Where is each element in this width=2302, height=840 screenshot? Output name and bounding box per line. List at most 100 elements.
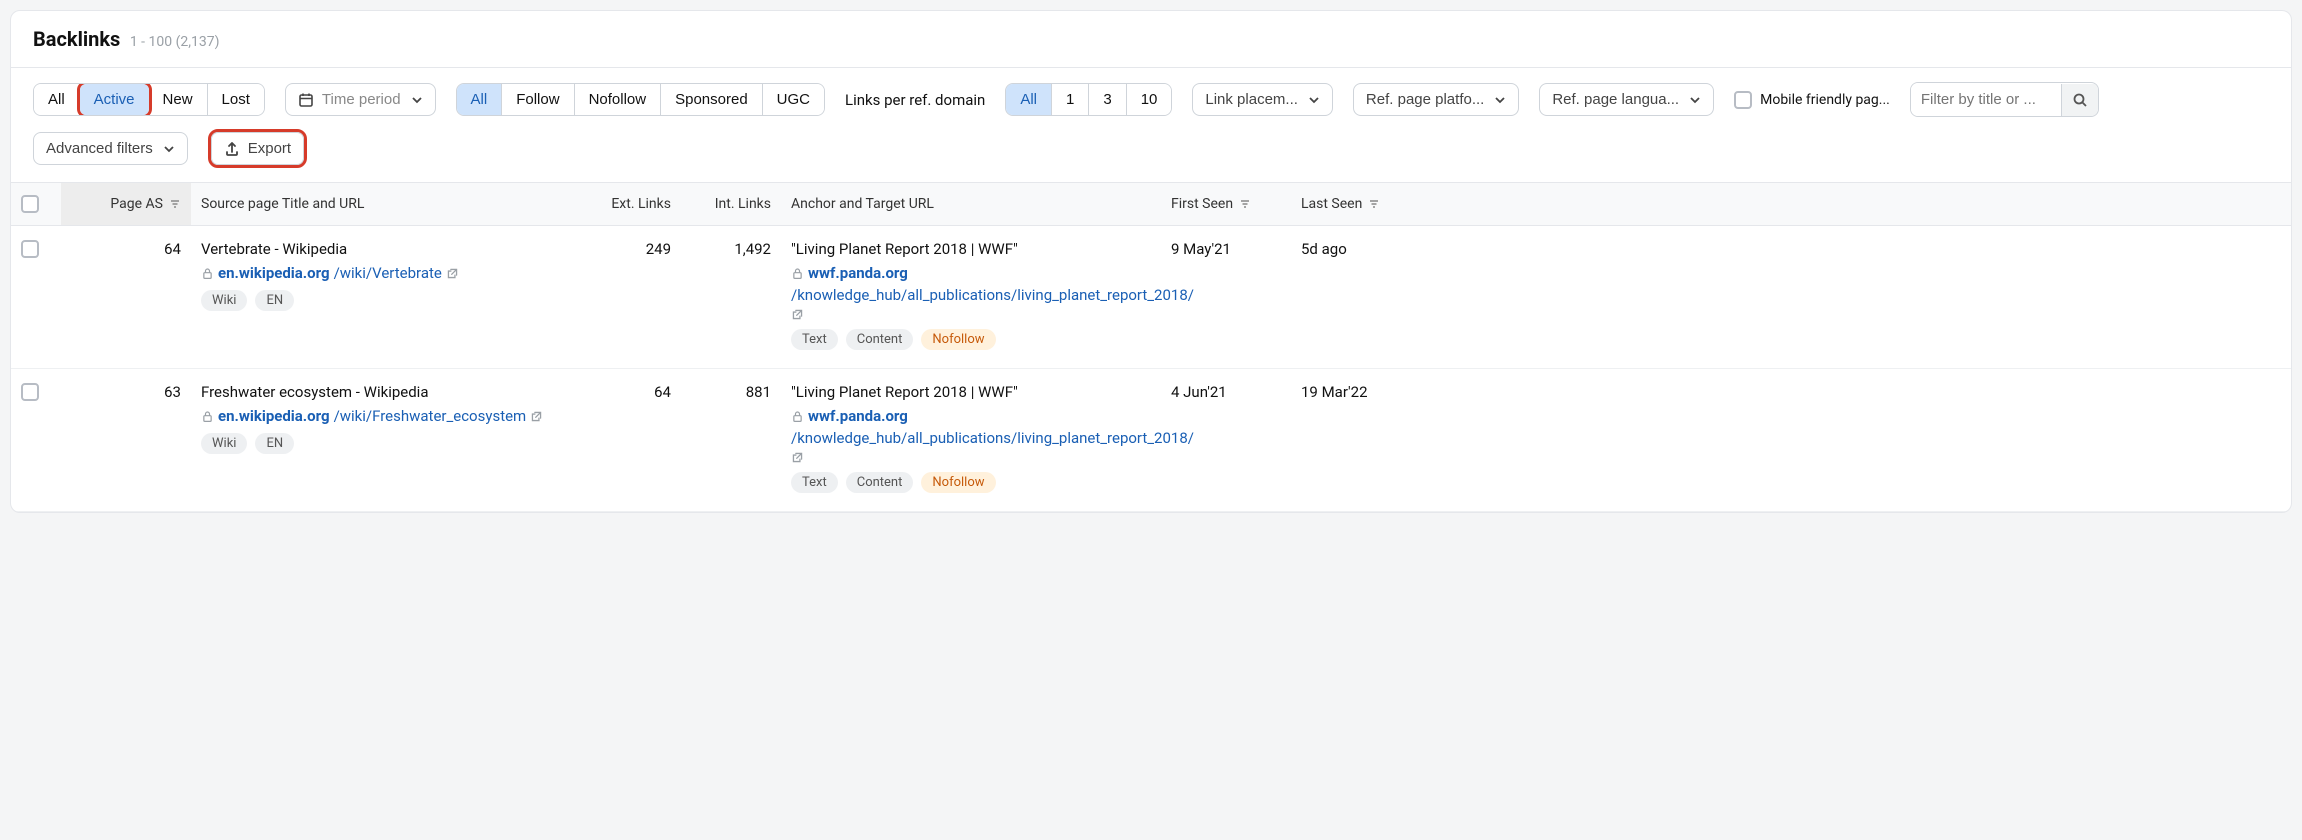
anchor-tags: Text Content Nofollow [791, 329, 1151, 350]
ref-page-platform-dropdown[interactable]: Ref. page platfo... [1353, 83, 1519, 116]
status-seg-option-lost[interactable]: Lost [208, 84, 264, 115]
sort-icon [1239, 198, 1251, 210]
page-as-value: 63 [61, 383, 191, 493]
lpd-seg-option-all[interactable]: All [1006, 84, 1052, 115]
checkbox-icon [21, 195, 39, 213]
lpd-seg-option-3[interactable]: 3 [1089, 84, 1126, 115]
links-per-domain-label: Links per ref. domain [845, 91, 985, 109]
row-checkbox[interactable] [11, 240, 61, 350]
anchor-cell: "Living Planet Report 2018 | WWF" wwf.pa… [781, 383, 1161, 493]
time-period-dropdown[interactable]: Time period [285, 83, 436, 116]
status-seg-option-new[interactable]: New [149, 84, 208, 115]
external-link-icon[interactable] [530, 410, 543, 423]
first-seen-value: 4 Jun'21 [1161, 383, 1291, 493]
lpd-seg-option-1[interactable]: 1 [1052, 84, 1089, 115]
column-source[interactable]: Source page Title and URL [191, 183, 581, 225]
anchor-tag: Content [846, 329, 914, 350]
table-body: 64 Vertebrate - Wikipedia en.wikipedia.o… [11, 226, 2291, 512]
int-links-value: 1,492 [681, 240, 781, 350]
linktype-seg-option-ugc[interactable]: UGC [763, 84, 824, 115]
chevron-down-icon [1308, 94, 1320, 106]
panel-header: Backlinks 1 - 100 (2,137) [11, 11, 2291, 68]
filter-toolbar: AllActiveNewLost Time period AllFollowNo… [11, 68, 2291, 183]
time-period-label: Time period [322, 91, 401, 108]
search-button[interactable] [2061, 84, 2098, 116]
linktype-seg-option-nofollow[interactable]: Nofollow [575, 84, 662, 115]
backlinks-panel: Backlinks 1 - 100 (2,137) AllActiveNewLo… [10, 10, 2292, 513]
anchor-tag: Nofollow [921, 472, 995, 493]
source-url[interactable]: en.wikipedia.org/wiki/Freshwater_ecosyst… [201, 407, 571, 425]
last-seen-value: 5d ago [1291, 240, 1421, 350]
search-input[interactable] [1911, 83, 2061, 116]
last-seen-value: 19 Mar'22 [1291, 383, 1421, 493]
ext-links-value: 64 [581, 383, 681, 493]
panel-range: 1 - 100 (2,137) [130, 34, 220, 50]
highlight-active: Active [77, 83, 152, 116]
column-ext-links[interactable]: Ext. Links [581, 183, 681, 225]
table-header: Page AS Source page Title and URL Ext. L… [11, 183, 2291, 226]
source-title: Vertebrate - Wikipedia [201, 240, 571, 258]
column-anchor[interactable]: Anchor and Target URL [781, 183, 1161, 225]
source-url[interactable]: en.wikipedia.org/wiki/Vertebrate [201, 264, 571, 282]
source-tag: EN [255, 290, 294, 311]
lock-icon [201, 410, 214, 423]
chevron-down-icon [411, 94, 423, 106]
status-seg-option-active[interactable]: Active [80, 84, 149, 115]
lpd-seg-option-10[interactable]: 10 [1127, 84, 1172, 115]
source-tag: Wiki [201, 433, 247, 454]
title-url-search [1910, 82, 2099, 117]
source-tag: Wiki [201, 290, 247, 311]
target-url[interactable]: wwf.panda.org/knowledge_hub/all_publicat… [791, 407, 1151, 464]
upload-icon [224, 141, 240, 157]
lock-icon [791, 410, 804, 423]
anchor-tag: Text [791, 329, 838, 350]
source-tags: Wiki EN [201, 290, 571, 311]
anchor-text: "Living Planet Report 2018 | WWF" [791, 383, 1151, 401]
checkbox-icon [21, 240, 39, 258]
checkbox-icon [21, 383, 39, 401]
calendar-icon [298, 92, 314, 108]
anchor-cell: "Living Planet Report 2018 | WWF" wwf.pa… [781, 240, 1161, 350]
anchor-tag: Nofollow [921, 329, 995, 350]
anchor-tags: Text Content Nofollow [791, 472, 1151, 493]
mobile-friendly-checkbox[interactable]: Mobile friendly pag... [1734, 91, 1890, 109]
external-link-icon[interactable] [791, 451, 804, 464]
export-button[interactable]: Export [211, 132, 304, 165]
ext-links-value: 249 [581, 240, 681, 350]
row-checkbox[interactable] [11, 383, 61, 493]
column-page-as[interactable]: Page AS [61, 183, 191, 225]
ref-page-language-dropdown[interactable]: Ref. page langua... [1539, 83, 1714, 116]
chevron-down-icon [163, 143, 175, 155]
source-cell: Vertebrate - Wikipedia en.wikipedia.org/… [191, 240, 581, 350]
advanced-filters-dropdown[interactable]: Advanced filters [33, 132, 188, 165]
sort-icon [1368, 198, 1380, 210]
anchor-tag: Content [846, 472, 914, 493]
external-link-icon[interactable] [791, 308, 804, 321]
table-row: 64 Vertebrate - Wikipedia en.wikipedia.o… [11, 226, 2291, 369]
status-filter: AllActiveNewLost [33, 83, 265, 116]
column-select-all[interactable] [11, 183, 61, 225]
status-seg-option-all[interactable]: All [34, 84, 80, 115]
anchor-tag: Text [791, 472, 838, 493]
linktype-seg-option-all[interactable]: All [457, 84, 503, 115]
source-tags: Wiki EN [201, 433, 571, 454]
target-url[interactable]: wwf.panda.org/knowledge_hub/all_publicat… [791, 264, 1151, 321]
lock-icon [201, 267, 214, 280]
chevron-down-icon [1494, 94, 1506, 106]
source-title: Freshwater ecosystem - Wikipedia [201, 383, 571, 401]
anchor-text: "Living Planet Report 2018 | WWF" [791, 240, 1151, 258]
external-link-icon[interactable] [446, 267, 459, 280]
link-placement-dropdown[interactable]: Link placem... [1192, 83, 1333, 116]
source-cell: Freshwater ecosystem - Wikipedia en.wiki… [191, 383, 581, 493]
panel-title: Backlinks [33, 27, 120, 51]
column-last-seen[interactable]: Last Seen [1291, 183, 1421, 225]
column-int-links[interactable]: Int. Links [681, 183, 781, 225]
linktype-seg-option-follow[interactable]: Follow [502, 84, 574, 115]
column-first-seen[interactable]: First Seen [1161, 183, 1291, 225]
page-as-value: 64 [61, 240, 191, 350]
links-per-domain-filter: All1310 [1005, 83, 1172, 116]
checkbox-icon [1734, 91, 1752, 109]
linktype-seg-option-sponsored[interactable]: Sponsored [661, 84, 763, 115]
export-highlight: Export [208, 129, 307, 168]
source-tag: EN [255, 433, 294, 454]
